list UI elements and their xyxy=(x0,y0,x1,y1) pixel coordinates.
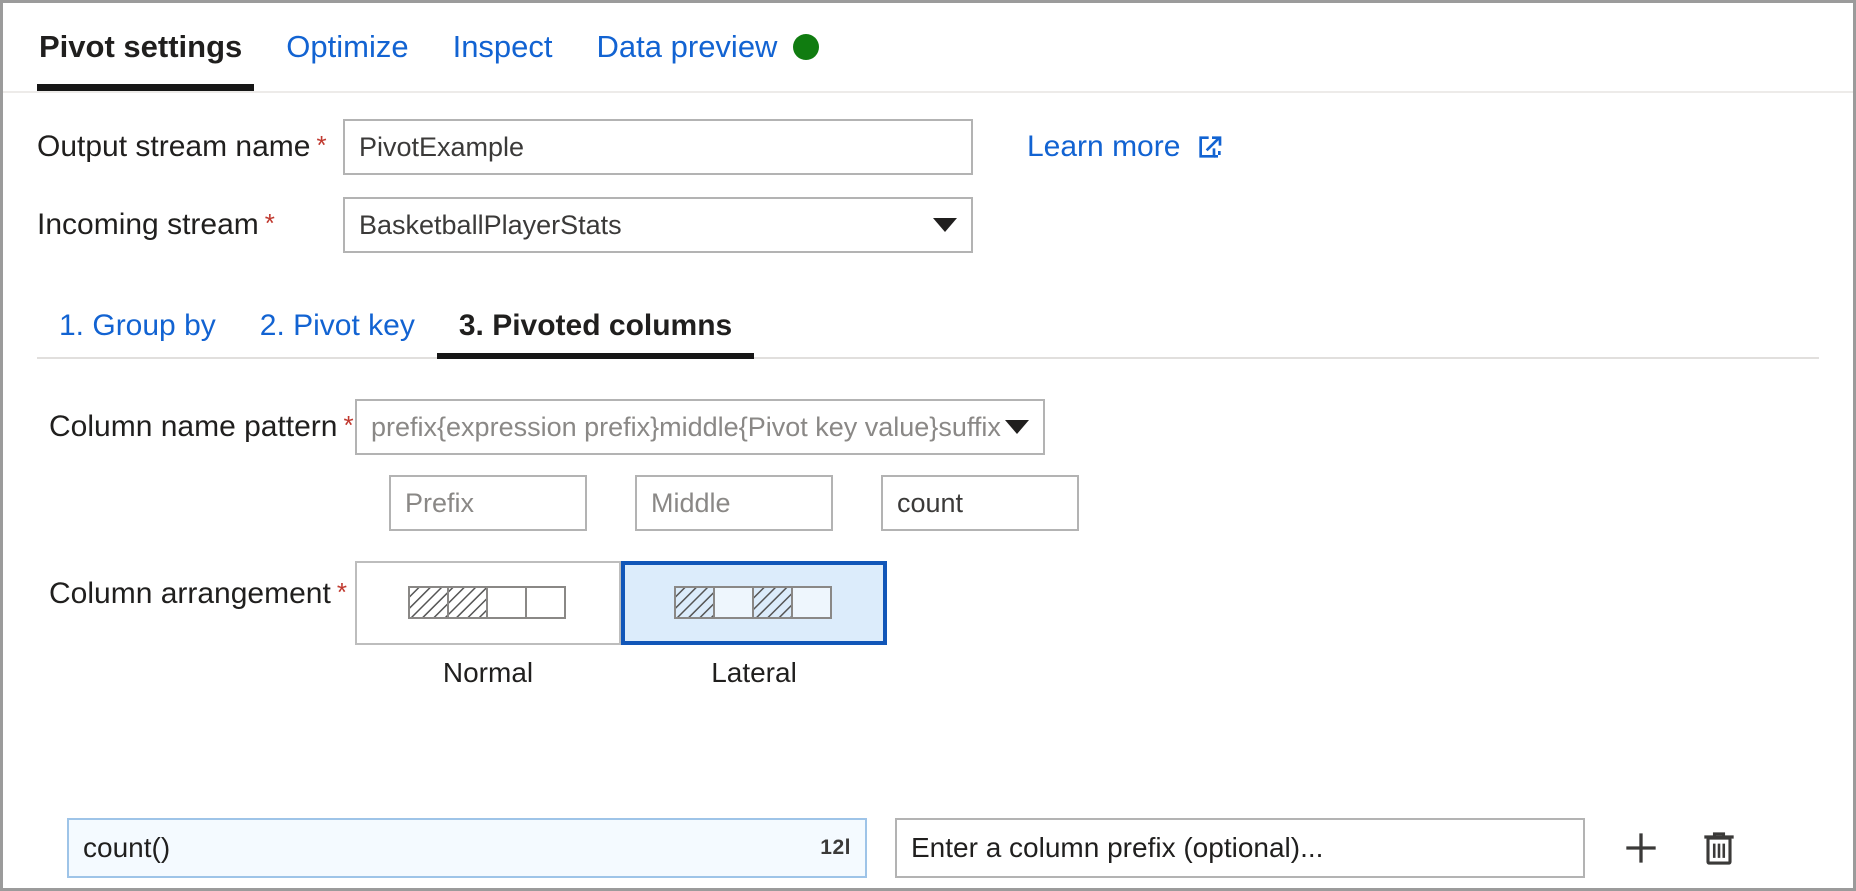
required-marker: * xyxy=(316,130,326,160)
tab-label: Inspect xyxy=(453,29,553,65)
learn-more-label: Learn more xyxy=(1027,130,1180,164)
data-preview-status-dot xyxy=(793,34,819,60)
incoming-stream-label: Incoming stream* xyxy=(3,208,343,242)
chevron-down-icon xyxy=(933,218,957,232)
expression-value: count() xyxy=(83,832,170,864)
delete-column-button[interactable] xyxy=(1697,826,1741,870)
label-text: Output stream name xyxy=(37,130,310,163)
output-stream-label: Output stream name* xyxy=(3,130,343,164)
column-name-pattern-section: Column name pattern* prefix{expression p… xyxy=(3,359,1853,531)
top-tab-strip: Pivot settings Optimize Inspect Data pre… xyxy=(3,3,1853,93)
column-prefix-placeholder: Enter a column prefix (optional)... xyxy=(911,832,1323,864)
output-stream-value: PivotExample xyxy=(359,132,524,163)
output-stream-input[interactable]: PivotExample xyxy=(343,119,973,175)
arrangement-option-lateral[interactable] xyxy=(621,561,887,645)
arrangement-caption-normal: Normal xyxy=(355,657,621,689)
pattern-suffix-value: count xyxy=(897,488,963,519)
normal-arrangement-icon xyxy=(408,586,568,620)
step-tab-label: 1. Group by xyxy=(59,309,216,342)
plus-icon xyxy=(1619,826,1663,870)
pivot-settings-panel: Pivot settings Optimize Inspect Data pre… xyxy=(0,0,1856,891)
tab-pivot-settings[interactable]: Pivot settings xyxy=(37,3,264,91)
pivoted-column-row: count() 12l Enter a column prefix (optio… xyxy=(3,818,1853,878)
column-prefix-input[interactable]: Enter a column prefix (optional)... xyxy=(895,818,1585,878)
label-text: Column arrangement xyxy=(49,577,331,610)
tab-data-preview[interactable]: Data preview xyxy=(575,3,842,91)
required-marker: * xyxy=(265,208,275,238)
incoming-stream-select[interactable]: BasketballPlayerStats xyxy=(343,197,973,253)
chevron-down-icon xyxy=(1005,420,1029,434)
add-column-button[interactable] xyxy=(1619,826,1663,870)
incoming-stream-value: BasketballPlayerStats xyxy=(359,210,622,241)
expression-input[interactable]: count() 12l xyxy=(67,818,867,878)
arrangement-option-normal[interactable] xyxy=(355,561,621,645)
pattern-prefix-placeholder: Prefix xyxy=(405,488,474,519)
external-link-icon xyxy=(1194,131,1226,163)
lateral-arrangement-icon xyxy=(674,586,834,620)
output-stream-row: Output stream name* PivotExample Learn m… xyxy=(3,119,1853,175)
pivot-step-tabs: 1. Group by 2. Pivot key 3. Pivoted colu… xyxy=(37,283,1819,359)
tab-optimize[interactable]: Optimize xyxy=(264,3,430,91)
tab-label: Optimize xyxy=(286,29,408,65)
arrangement-options: Normal Later xyxy=(355,561,887,689)
arrangement-caption-lateral: Lateral xyxy=(621,657,887,689)
column-name-pattern-value: prefix{expression prefix}middle{Pivot ke… xyxy=(371,412,1001,443)
stream-form: Output stream name* PivotExample Learn m… xyxy=(3,93,1853,253)
column-name-pattern-select[interactable]: prefix{expression prefix}middle{Pivot ke… xyxy=(355,399,1045,455)
required-marker: * xyxy=(344,410,354,440)
pattern-prefix-input[interactable]: Prefix xyxy=(389,475,587,531)
tab-label: Data preview xyxy=(597,29,778,65)
pattern-suffix-input[interactable]: count xyxy=(881,475,1079,531)
incoming-stream-row: Incoming stream* BasketballPlayerStats xyxy=(3,197,1853,253)
pattern-parts: Prefix Middle count xyxy=(389,475,1853,531)
learn-more-link[interactable]: Learn more xyxy=(1027,130,1226,164)
tab-label: Pivot settings xyxy=(39,29,242,65)
required-marker: * xyxy=(337,577,347,607)
column-arrangement-label: Column arrangement* xyxy=(3,561,355,611)
step-tab-pivot-key[interactable]: 2. Pivot key xyxy=(238,309,437,359)
column-arrangement-section: Column arrangement* xyxy=(3,561,1853,689)
step-tab-label: 2. Pivot key xyxy=(260,309,415,342)
pattern-middle-input[interactable]: Middle xyxy=(635,475,833,531)
label-text: Column name pattern xyxy=(49,410,338,443)
data-type-badge: 12l xyxy=(820,836,851,860)
tab-inspect[interactable]: Inspect xyxy=(431,3,575,91)
step-tab-pivoted-columns[interactable]: 3. Pivoted columns xyxy=(437,309,754,359)
pattern-middle-placeholder: Middle xyxy=(651,488,731,519)
trash-icon xyxy=(1697,826,1741,870)
column-name-pattern-label: Column name pattern* xyxy=(3,410,355,444)
label-text: Incoming stream xyxy=(37,208,259,241)
step-tab-label: 3. Pivoted columns xyxy=(459,309,732,342)
step-tab-group-by[interactable]: 1. Group by xyxy=(37,309,238,359)
